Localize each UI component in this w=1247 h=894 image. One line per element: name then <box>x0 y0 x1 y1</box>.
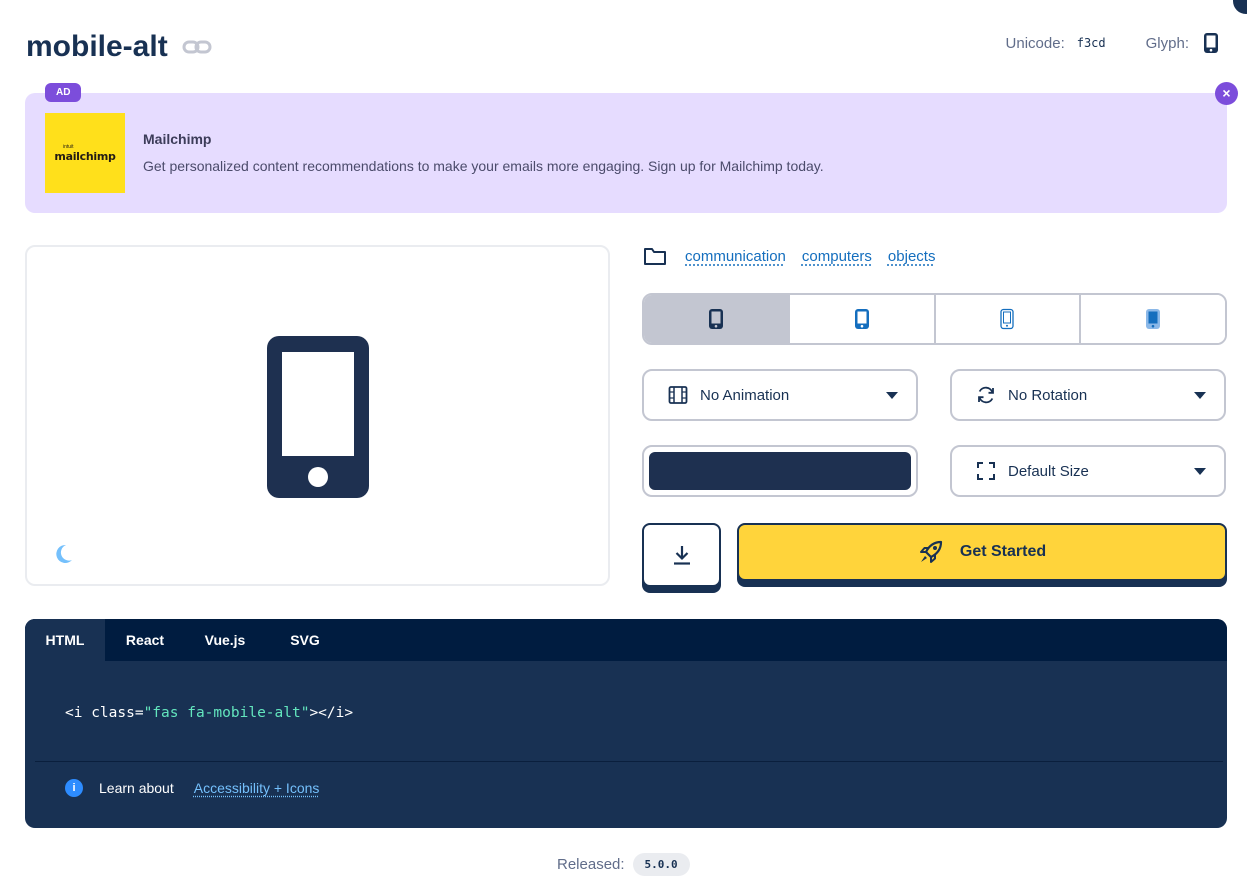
rotation-value: No Rotation <box>1008 387 1087 404</box>
size-select[interactable]: Default Size <box>950 445 1226 497</box>
version-badge: 5.0.0 <box>633 853 690 876</box>
get-started-button[interactable]: Get Started <box>737 523 1227 581</box>
link-icon[interactable] <box>182 37 212 57</box>
mobile-alt-icon <box>1145 308 1161 330</box>
folder-icon <box>643 246 667 266</box>
caret-down-icon <box>1194 392 1206 399</box>
unicode-label: Unicode: <box>1006 35 1065 52</box>
film-icon <box>668 385 688 405</box>
color-picker[interactable] <box>642 445 918 497</box>
unicode-value[interactable]: f3cd <box>1077 36 1106 50</box>
style-option-duotone[interactable] <box>1081 295 1225 343</box>
info-icon: i <box>65 779 83 797</box>
category-link-computers[interactable]: computers <box>802 248 872 265</box>
style-option-light[interactable] <box>936 295 1082 343</box>
categories: communication computers objects <box>643 246 951 266</box>
code-snippet-end: ></i> <box>309 705 353 721</box>
accessibility-link[interactable]: Accessibility + Icons <box>194 780 320 796</box>
ad-logo-brand-text: mailchimp <box>54 150 115 163</box>
animation-select[interactable]: No Animation <box>642 369 918 421</box>
code-snippet-start: <i class= <box>65 705 144 721</box>
animation-value: No Animation <box>700 387 789 404</box>
style-option-regular[interactable] <box>790 295 936 343</box>
mobile-alt-icon <box>854 308 870 330</box>
ad-name: Mailchimp <box>143 131 211 147</box>
code-snippet-class: "fas fa-mobile-alt" <box>144 705 310 721</box>
moon-icon[interactable] <box>52 543 74 565</box>
download-button[interactable] <box>642 523 721 587</box>
tab-html[interactable]: HTML <box>25 619 105 661</box>
style-switcher <box>642 293 1227 345</box>
style-option-solid[interactable] <box>644 295 790 343</box>
get-started-label: Get Started <box>960 543 1046 561</box>
ad-close-button[interactable]: × <box>1215 82 1238 105</box>
learn-row: i Learn about Accessibility + Icons <box>65 779 319 797</box>
tab-react[interactable]: React <box>105 619 185 661</box>
icon-preview <box>25 245 610 586</box>
corner-indicator <box>1233 0 1247 14</box>
color-swatch <box>649 452 911 490</box>
page-title: mobile-alt <box>26 30 212 64</box>
caret-down-icon <box>1194 468 1206 475</box>
sync-icon <box>976 385 996 405</box>
code-panel: HTML React Vue.js SVG <i class="fas fa-m… <box>25 619 1227 828</box>
mobile-alt-icon <box>999 308 1015 330</box>
caret-down-icon <box>886 392 898 399</box>
mailchimp-logo[interactable]: intuit mailchimp <box>45 113 125 193</box>
icon-meta: Unicode: f3cd Glyph: <box>1006 32 1219 54</box>
tab-vuejs[interactable]: Vue.js <box>185 619 265 661</box>
expand-icon <box>976 461 996 481</box>
rocket-icon <box>918 539 944 565</box>
tab-svg[interactable]: SVG <box>265 619 345 661</box>
rotation-select[interactable]: No Rotation <box>950 369 1226 421</box>
category-link-communication[interactable]: communication <box>685 248 786 265</box>
mobile-alt-icon <box>708 308 724 330</box>
category-link-objects[interactable]: objects <box>888 248 936 265</box>
ad-badge: AD <box>45 83 81 102</box>
ad-banner[interactable]: AD × intuit mailchimp Mailchimp Get pers… <box>25 93 1227 213</box>
released-info: Released: 5.0.0 <box>557 853 690 876</box>
code-snippet[interactable]: <i class="fas fa-mobile-alt"></i> <box>65 705 353 721</box>
size-value: Default Size <box>1008 463 1089 480</box>
learn-label: Learn about <box>99 780 174 796</box>
divider <box>35 761 1223 762</box>
released-label: Released: <box>557 856 625 873</box>
mobile-alt-icon <box>267 336 369 498</box>
mobile-alt-icon[interactable] <box>1203 32 1219 54</box>
icon-name-title: mobile-alt <box>26 30 168 64</box>
code-tabs: HTML React Vue.js SVG <box>25 619 1227 661</box>
download-icon <box>672 544 692 566</box>
ad-text: Get personalized content recommendations… <box>143 158 824 174</box>
glyph-label: Glyph: <box>1146 35 1189 52</box>
